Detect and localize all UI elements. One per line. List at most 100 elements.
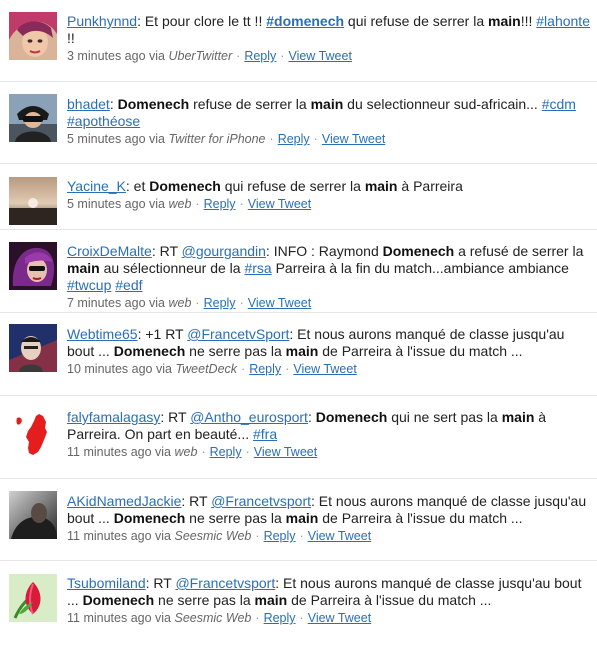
tweet-text-fragment: ne serre pas la: [185, 510, 286, 526]
search-highlight: Domenech: [82, 592, 155, 608]
search-highlight: main: [488, 13, 521, 29]
username-link[interactable]: bhadet: [67, 96, 110, 112]
search-highlight: main: [364, 178, 398, 194]
separator: ·: [269, 132, 274, 146]
tweet: Tsubomiland: RT @Francetvsport: Et nous …: [0, 561, 597, 666]
source-app: web: [168, 197, 192, 211]
separator: ·: [195, 296, 200, 310]
tweet-feed: Punkhynnd: Et pour clore le tt !! #domen…: [0, 0, 597, 666]
username-link[interactable]: CroixDeMalte: [67, 243, 152, 259]
avatar-webtime[interactable]: [9, 324, 57, 372]
avatar-bhadet[interactable]: [9, 94, 57, 142]
via-label: via: [155, 362, 172, 376]
reply-link[interactable]: Reply: [264, 529, 296, 543]
view-tweet-link[interactable]: View Tweet: [308, 529, 371, 543]
tweet-meta: 11 minutes ago via web · Reply · View Tweet: [67, 444, 593, 461]
tweet: bhadet: Domenech refuse de serrer la mai…: [0, 82, 597, 164]
mention-link[interactable]: @gourgandin: [182, 243, 266, 259]
reply-link[interactable]: Reply: [204, 296, 236, 310]
via-label: via: [149, 132, 165, 146]
separator: ·: [239, 197, 244, 211]
username-link[interactable]: Punkhynnd: [67, 13, 137, 29]
username-link[interactable]: AKidNamedJackie: [67, 493, 181, 509]
tweet-text-fragment: : INFO : Raymond: [265, 243, 383, 259]
mention-link[interactable]: @Francetvsport: [211, 493, 311, 509]
tweet-text: Tsubomiland: RT @Francetvsport: Et nous …: [67, 575, 593, 609]
hashtag-link[interactable]: #lahonte: [536, 13, 590, 29]
tweet-text-fragment: Parreira à la fin du match...ambiance am…: [271, 260, 569, 276]
tweet-text: falyfamalagasy: RT @Antho_eurosport: Dom…: [67, 409, 593, 443]
tweet: CroixDeMalte: RT @gourgandin: INFO : Ray…: [0, 230, 597, 313]
hashtag-link[interactable]: #rsa: [244, 260, 271, 276]
separator: ·: [299, 611, 304, 625]
search-highlight: main: [285, 343, 319, 359]
via-label: via: [155, 529, 172, 543]
mention-link[interactable]: @Francetvsport: [175, 575, 275, 591]
timestamp: 11 minutes ago: [67, 611, 152, 625]
tweet-text-fragment: a refusé de serrer la: [454, 243, 584, 259]
hashtag-link[interactable]: #fra: [253, 426, 277, 442]
tweet-text-fragment: : Et pour clore le tt !!: [137, 13, 267, 29]
view-tweet-link[interactable]: View Tweet: [288, 49, 351, 63]
timestamp: 5 minutes ago: [67, 197, 146, 211]
via-label: via: [155, 611, 172, 625]
reply-link[interactable]: Reply: [210, 445, 242, 459]
view-tweet-link[interactable]: View Tweet: [254, 445, 317, 459]
avatar-punkhynnd[interactable]: [9, 12, 57, 60]
reply-link[interactable]: Reply: [249, 362, 281, 376]
username-link[interactable]: falyfamalagasy: [67, 409, 160, 425]
reply-link[interactable]: Reply: [264, 611, 296, 625]
avatar-akid[interactable]: [9, 491, 57, 539]
tweet: Punkhynnd: Et pour clore le tt !! #domen…: [0, 0, 597, 82]
tweet-text-fragment: de Parreira à l'issue du match ...: [318, 343, 523, 359]
view-tweet-link[interactable]: View Tweet: [248, 296, 311, 310]
separator: ·: [280, 49, 285, 63]
avatar-madagascar[interactable]: [9, 410, 57, 458]
tweet-text-fragment: ne serre pas la: [154, 592, 255, 608]
reply-link[interactable]: Reply: [278, 132, 310, 146]
hashtag-link[interactable]: #edf: [115, 277, 142, 293]
via-label: via: [155, 445, 172, 459]
source-app: web: [168, 296, 192, 310]
separator: ·: [195, 197, 200, 211]
mention-link[interactable]: @Antho_eurosport: [190, 409, 308, 425]
reply-link[interactable]: Reply: [204, 197, 236, 211]
tweet-text-fragment: : RT: [181, 493, 212, 509]
tweet: AKidNamedJackie: RT @Francetvsport: Et n…: [0, 479, 597, 561]
hashtag-link[interactable]: #cdm: [542, 96, 576, 112]
hashtag-link[interactable]: #twcup: [67, 277, 111, 293]
view-tweet-link[interactable]: View Tweet: [293, 362, 356, 376]
mention-link[interactable]: @FrancetvSport: [187, 326, 289, 342]
avatar-tsubomi[interactable]: [9, 574, 57, 622]
tweet-text-fragment: :: [307, 409, 316, 425]
reply-link[interactable]: Reply: [244, 49, 276, 63]
avatar-croixdemalte[interactable]: [9, 242, 57, 290]
search-highlight: Domenech: [113, 510, 186, 526]
view-tweet-link[interactable]: View Tweet: [308, 611, 371, 625]
separator: ·: [299, 529, 304, 543]
username-link[interactable]: Webtime65: [67, 326, 138, 342]
username-link[interactable]: Yacine_K: [67, 178, 126, 194]
separator: ·: [201, 445, 206, 459]
tweet-text: AKidNamedJackie: RT @Francetvsport: Et n…: [67, 493, 593, 527]
separator: ·: [313, 132, 318, 146]
tweet-text: Punkhynnd: Et pour clore le tt !! #domen…: [67, 13, 593, 47]
hashtag-link[interactable]: #domenech: [266, 13, 344, 29]
tweet-meta: 7 minutes ago via web · Reply · View Tweet: [67, 295, 593, 312]
avatar-yacine[interactable]: [9, 177, 57, 225]
tweet-text-fragment: du selectionneur sud-africain...: [343, 96, 542, 112]
view-tweet-link[interactable]: View Tweet: [322, 132, 385, 146]
tweet-text-fragment: : et: [125, 178, 150, 194]
tweet-meta: 5 minutes ago via Twitter for iPhone · Rep…: [67, 131, 593, 148]
search-highlight: Domenech: [382, 243, 455, 259]
tweet-meta: 3 minutes ago via UberTwitter · Reply · View…: [67, 48, 593, 65]
tweet-text: bhadet: Domenech refuse de serrer la mai…: [67, 96, 593, 130]
timestamp: 11 minutes ago: [67, 529, 152, 543]
view-tweet-link[interactable]: View Tweet: [248, 197, 311, 211]
via-label: via: [149, 296, 165, 310]
separator: ·: [255, 529, 260, 543]
timestamp: 7 minutes ago: [67, 296, 146, 310]
username-link[interactable]: Tsubomiland: [67, 575, 146, 591]
tweet-text-fragment: !!: [67, 30, 75, 46]
hashtag-link[interactable]: #apothéose: [67, 113, 140, 129]
